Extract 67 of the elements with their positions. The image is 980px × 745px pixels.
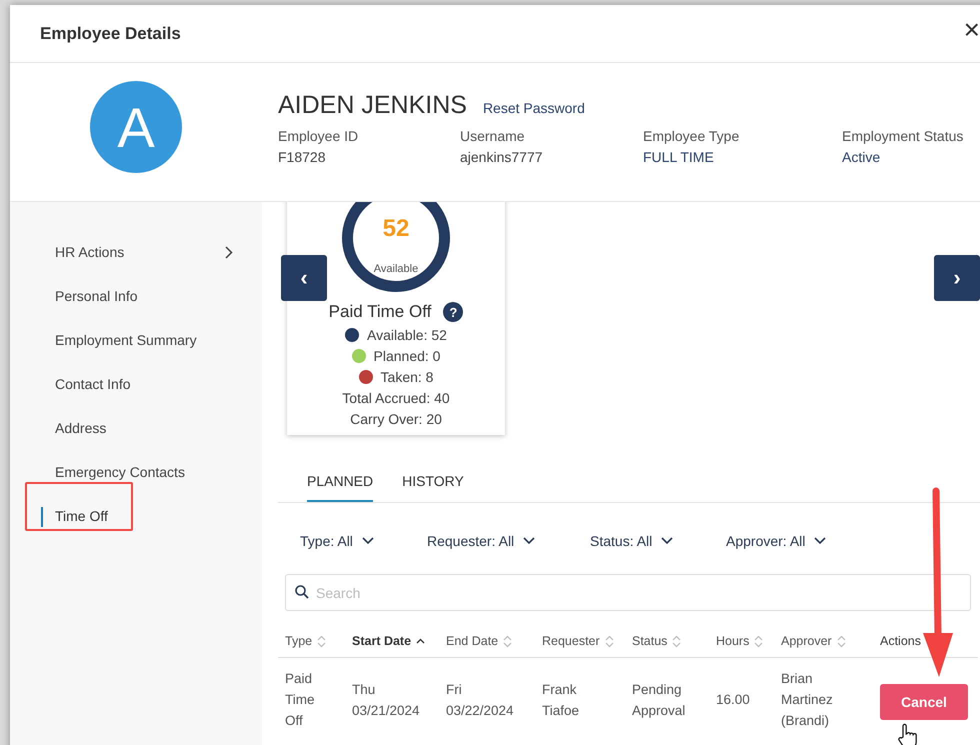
sort-icon [836,634,846,648]
field-value: ajenkins7777 [460,149,544,165]
field-value: FULL TIME [643,149,715,165]
field-value: F18728 [278,149,326,165]
column-header[interactable]: Hours [716,634,781,648]
sidebar-item[interactable]: HR Actions [10,230,262,274]
table-cell-text: Paid Time Off [285,670,316,730]
sort-icon [503,634,512,648]
chevron-right-icon [225,246,233,259]
sidebar-item[interactable]: Personal Info [10,274,262,318]
sort-icon [672,634,682,648]
column-header: Actions [880,634,922,648]
field-label: Employee ID [278,128,360,144]
employee-name: AIDEN JENKINS [278,91,467,120]
balance-total: Total Accrued: 40 [342,390,450,406]
available-total: 52 [382,217,410,241]
close-button[interactable]: × [964,16,980,44]
avatar: A [90,81,182,173]
table-cell-text: Fri 03/22/2024 [446,680,515,720]
column-header[interactable]: End Date [446,634,542,648]
sort-icon [317,634,326,648]
table-cell-text: 16.00 [716,691,751,709]
sort-up-icon [416,638,426,644]
window-title: Employee Details [40,24,181,44]
column-header[interactable]: Start Date [352,634,446,648]
sidebar-item[interactable]: Time Off [10,494,262,538]
sort-icon [604,634,614,648]
sidebar-item[interactable]: Contact Info [10,362,262,406]
sidebar-item[interactable]: Emergency Contacts [10,450,262,494]
legend-label: Available: 52 [367,327,447,343]
column-header[interactable]: Type [285,634,352,648]
help-icon[interactable]: ? [443,302,464,322]
filter-dropdown[interactable]: Approver: All [726,523,826,559]
column-header[interactable]: Approver [781,634,880,648]
legend-label: Planned: 0 [374,348,440,364]
table-cell-text: Frank Tiafoe [542,680,580,720]
tab[interactable]: HISTORY [402,473,464,502]
field-label: Username [460,128,526,144]
chevron-down-icon [523,537,536,545]
card-title: Paid Time Off [328,302,432,322]
donut-caption: Available [374,263,418,275]
column-header[interactable]: Status [632,634,716,648]
filter-dropdown[interactable]: Status: All [590,523,726,559]
sidebar-item[interactable]: Employment Summary [10,318,262,362]
next-button[interactable]: › [934,255,980,301]
sidebar-item[interactable]: Address [10,406,262,450]
search-field[interactable]: Search [285,574,971,611]
filter-dropdown[interactable]: Requester: All [427,523,590,559]
cancel-button[interactable]: Cancel [880,684,968,720]
field-value: Active [842,149,882,165]
tab[interactable]: PLANNED [307,473,374,502]
column-header[interactable]: Requester [542,634,632,648]
previous-button[interactable]: ‹ [281,255,327,301]
table-cell-text: Brian Martinez (Brandi) [781,670,834,730]
chevron-down-icon [661,537,674,545]
table-cell-text: Thu 03/21/2024 [352,680,421,720]
field-label: Employment Status [842,128,964,144]
field-label: Employee Type [643,128,740,144]
legend-label: Taken: 8 [380,369,434,385]
chevron-down-icon [814,537,826,545]
balance-total: Carry Over: 20 [350,411,442,427]
reset-password-link[interactable]: Reset Password [482,100,585,116]
chevron-down-icon [362,537,374,545]
sort-icon [754,634,764,648]
filter-dropdown[interactable]: Type: All [300,523,427,559]
table-cell-text: Pending Approval [632,680,686,720]
search-icon [295,585,309,599]
